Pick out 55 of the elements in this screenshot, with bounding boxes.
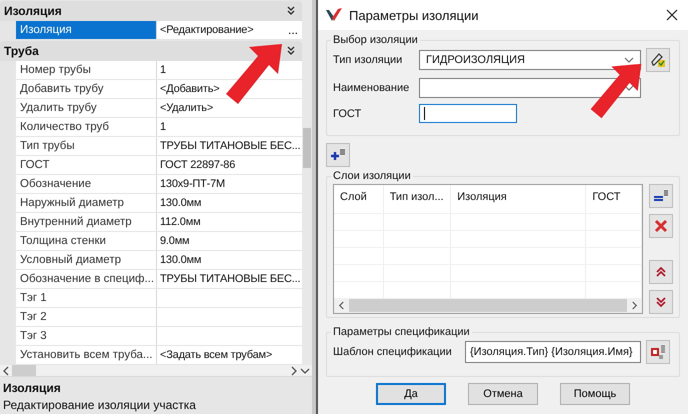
logo-icon (326, 8, 342, 22)
dropdown-icon[interactable] (624, 57, 634, 63)
group-title: Параметры спецификации (332, 326, 471, 338)
collapse-icon[interactable] (286, 46, 296, 56)
move-up-button[interactable] (649, 260, 673, 284)
list-icon (653, 189, 669, 203)
dialog-button[interactable]: Отмена (468, 383, 538, 405)
input-field[interactable]: {Изоляция.Тип} {Изоляция.Имя} (465, 341, 641, 363)
input-field[interactable] (419, 104, 517, 123)
column-header[interactable]: Изоляция (451, 185, 586, 213)
pointer-arrow (224, 42, 284, 106)
combo-box[interactable]: ГИДРОИЗОЛЯЦИЯ (419, 50, 641, 70)
group-title: Слои изоляции (332, 170, 412, 182)
double-chevron-down-icon (655, 297, 667, 307)
dialog-button[interactable]: Да (376, 383, 446, 405)
pointer-arrow (588, 62, 644, 120)
category-title: Изоляция (4, 4, 62, 18)
collapse-icon[interactable] (286, 6, 296, 16)
field-label: ГОСТ (333, 108, 362, 120)
add-layer-button[interactable] (326, 143, 350, 167)
description-title: Изоляция (3, 381, 62, 395)
category-header[interactable]: Изоляция (0, 1, 302, 21)
move-down-button[interactable] (649, 290, 673, 314)
delete-button[interactable] (649, 214, 673, 238)
dropdown-icon[interactable] (624, 85, 634, 91)
double-chevron-up-icon (655, 267, 667, 277)
field-label: Шаблон спецификации (333, 346, 453, 358)
category-header[interactable]: Труба (0, 41, 302, 61)
scroll-right-icon[interactable] (290, 366, 298, 376)
group-title: Выбор изоляции (332, 34, 419, 46)
combo-box[interactable] (419, 78, 641, 98)
horizontal-scrollbar[interactable] (12, 365, 36, 376)
dialog-button[interactable]: Помощь (560, 383, 630, 405)
template-icon (650, 344, 666, 360)
plus-list-icon (330, 148, 346, 162)
field-label: Тип изоляции (333, 54, 404, 66)
column-header[interactable]: Слой (334, 185, 384, 213)
column-header[interactable]: Тип изол... (384, 185, 452, 213)
edit-material-button[interactable] (646, 48, 670, 72)
close-icon (654, 219, 668, 233)
template-button[interactable] (646, 340, 670, 364)
pencil-icon (650, 52, 666, 68)
field-label: Наименование (333, 82, 410, 94)
scroll-left-icon[interactable] (338, 301, 345, 310)
insert-layer-button[interactable] (649, 184, 673, 208)
scroll-down-icon[interactable] (300, 366, 310, 374)
close-icon[interactable] (666, 9, 678, 21)
category-title: Труба (4, 44, 39, 58)
dialog-title: Параметры изоляции (349, 8, 479, 22)
horizontal-scrollbar[interactable] (349, 299, 627, 312)
scroll-left-icon[interactable] (2, 366, 10, 376)
scroll-right-icon[interactable] (631, 301, 638, 310)
column-header[interactable]: ГОСТ (586, 185, 642, 213)
property-label[interactable]: Изоляция (16, 21, 157, 39)
description-text: Редактирование изоляции участка (3, 398, 197, 412)
